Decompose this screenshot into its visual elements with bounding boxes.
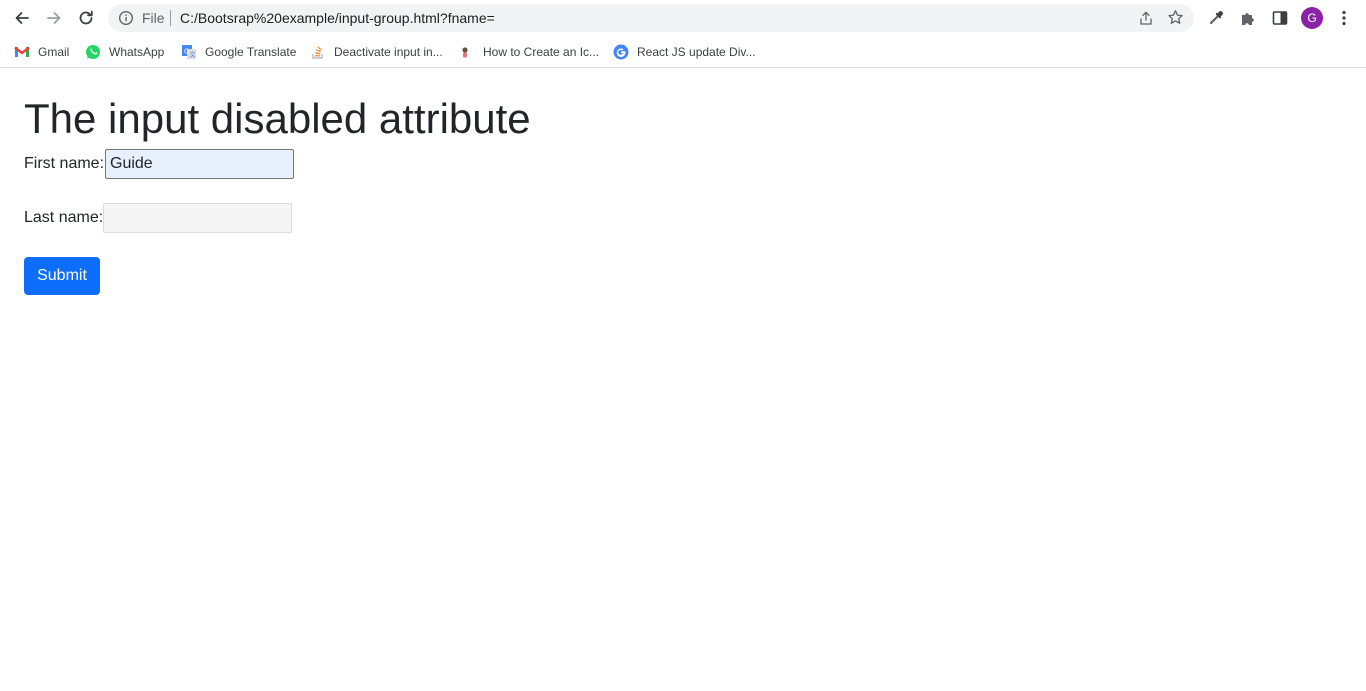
whatsapp-icon (86, 45, 100, 59)
bookmark-label: Deactivate input in... (334, 45, 443, 59)
bookmark-whatsapp[interactable]: WhatsApp (85, 42, 164, 62)
menu-icon[interactable] (1335, 9, 1353, 27)
reload-icon[interactable] (74, 6, 98, 30)
bookmark-label: How to Create an Ic... (483, 45, 600, 59)
google-translate-icon: G文 (182, 45, 196, 59)
scheme-label: File (142, 10, 165, 26)
url-text[interactable]: C:/Bootsrap%20example/input-group.html?f… (180, 10, 495, 26)
bookmark-label: WhatsApp (109, 45, 165, 59)
page-title: The input disabled attribute (24, 95, 531, 142)
bookmark-label: Gmail (38, 45, 70, 59)
svg-text:文: 文 (190, 51, 196, 59)
google-icon (613, 44, 629, 60)
eyedropper-icon[interactable] (1207, 9, 1225, 27)
first-name-label: First name: (24, 155, 105, 172)
share-icon[interactable] (1138, 10, 1154, 26)
submit-button[interactable]: Submit (24, 257, 100, 295)
bookmark-gmail[interactable]: Gmail (14, 42, 69, 62)
bookmark-deactivate-input[interactable]: Deactivate input in... (310, 42, 443, 62)
address-separator (170, 10, 171, 26)
bookmark-how-to-create[interactable]: How to Create an Ic... (459, 42, 599, 62)
stackoverflow-icon (312, 46, 323, 59)
gmail-icon (14, 46, 30, 57)
bookmark-label: React JS update Div... (637, 45, 756, 59)
site-icon (462, 47, 468, 58)
address-bar[interactable]: File C:/Bootsrap%20example/input-group.h… (108, 4, 1194, 32)
bookmark-label: Google Translate (205, 45, 297, 59)
forward-icon[interactable] (42, 6, 66, 30)
profile-avatar[interactable]: G (1301, 7, 1323, 29)
first-name-field[interactable] (105, 149, 294, 179)
side-panel-icon[interactable] (1271, 9, 1289, 27)
extensions-icon[interactable] (1239, 9, 1257, 27)
bookmark-google-translate[interactable]: G文 Google Translate (181, 42, 296, 62)
last-name-field (103, 203, 292, 233)
info-icon[interactable] (118, 10, 134, 26)
star-icon[interactable] (1167, 9, 1184, 26)
bookmark-react-js[interactable]: React JS update Div... (613, 42, 756, 62)
last-name-label: Last name: (24, 209, 104, 226)
back-icon[interactable] (10, 6, 34, 30)
bookmarks-bar: Gmail WhatsApp G文 Google Translate Deact… (0, 36, 1366, 68)
browser-toolbar: File C:/Bootsrap%20example/input-group.h… (0, 0, 1366, 36)
